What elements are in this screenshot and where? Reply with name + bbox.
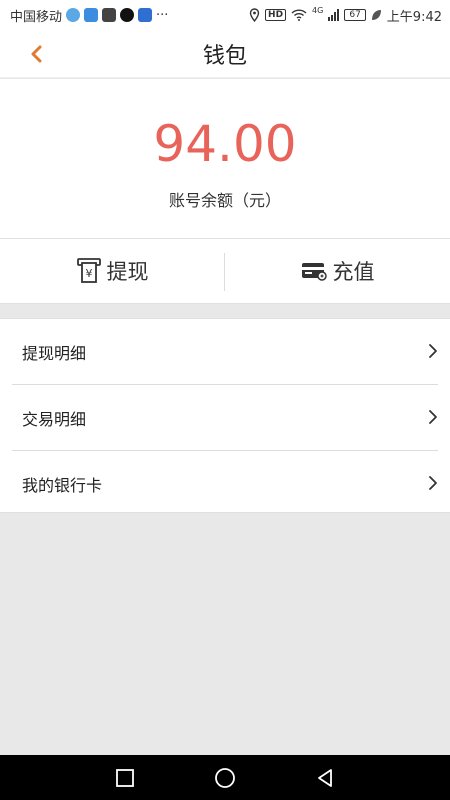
atm-withdraw-icon: ¥ xyxy=(76,258,101,283)
app-notification-icon xyxy=(138,8,153,22)
withdraw-label: 提现 xyxy=(106,260,149,284)
menu-list: 提现明细 交易明细 我的银行卡 xyxy=(0,318,450,513)
hd-badge: HD xyxy=(265,9,287,21)
square-icon xyxy=(116,768,134,787)
signal-icon xyxy=(328,9,340,21)
more-notifications: ··· xyxy=(156,7,169,23)
credit-card-icon xyxy=(301,263,327,281)
recharge-button[interactable]: 充值 xyxy=(225,239,450,303)
balance-amount: 94.00 xyxy=(153,115,297,173)
chevron-right-icon xyxy=(429,344,437,358)
wallet-actions: ¥ 提现 充值 xyxy=(0,238,450,304)
carrier-label: 中国移动 xyxy=(10,9,63,25)
battery-icon: 67 xyxy=(344,9,366,21)
recharge-label: 充值 xyxy=(332,260,375,284)
wifi-icon xyxy=(291,9,307,21)
tiktok-icon xyxy=(120,8,135,22)
location-icon xyxy=(249,8,260,22)
menu-item-label: 交易明细 xyxy=(22,409,87,429)
status-bar: 中国移动 ··· HD 4G 67 上午9:42 xyxy=(0,0,450,30)
triangle-back-icon xyxy=(318,768,332,787)
page-title: 钱包 xyxy=(202,43,247,69)
clock: 上午9:42 xyxy=(386,9,442,25)
menu-item-label: 提现明细 xyxy=(22,343,87,363)
wifi-app-icon xyxy=(84,8,99,22)
home-button[interactable] xyxy=(205,758,245,798)
system-nav-bar xyxy=(0,755,450,800)
app-notification-icon xyxy=(102,8,117,22)
circle-icon xyxy=(215,767,235,788)
menu-item-bank-cards[interactable]: 我的银行卡 xyxy=(0,451,450,516)
balance-label: 账号余额（元） xyxy=(168,191,281,210)
recents-button[interactable] xyxy=(105,758,145,798)
menu-item-transaction-details[interactable]: 交易明细 xyxy=(0,385,450,450)
action-divider xyxy=(224,253,225,291)
leaf-icon xyxy=(371,10,381,20)
menu-item-withdraw-details[interactable]: 提现明细 xyxy=(0,319,450,384)
back-nav-button[interactable] xyxy=(305,758,345,798)
balance-panel: 94.00 账号余额（元） xyxy=(0,79,450,238)
chevron-left-icon xyxy=(31,45,42,63)
chevron-right-icon xyxy=(429,476,437,490)
network-type: 4G xyxy=(312,5,324,15)
chevron-right-icon xyxy=(429,410,437,424)
status-left: 中国移动 ··· xyxy=(10,6,168,25)
svg-text:¥: ¥ xyxy=(85,267,92,280)
wallet-screen: 中国移动 ··· HD 4G 67 上午9:42 钱包 94.00 账号余额（元… xyxy=(0,0,450,800)
back-button[interactable] xyxy=(20,38,52,70)
menu-item-label: 我的银行卡 xyxy=(22,475,103,495)
status-right: HD 4G 67 上午9:42 xyxy=(249,6,442,25)
header: 钱包 xyxy=(0,30,450,78)
withdraw-button[interactable]: ¥ 提现 xyxy=(0,239,225,303)
app-notification-icon xyxy=(66,8,81,22)
